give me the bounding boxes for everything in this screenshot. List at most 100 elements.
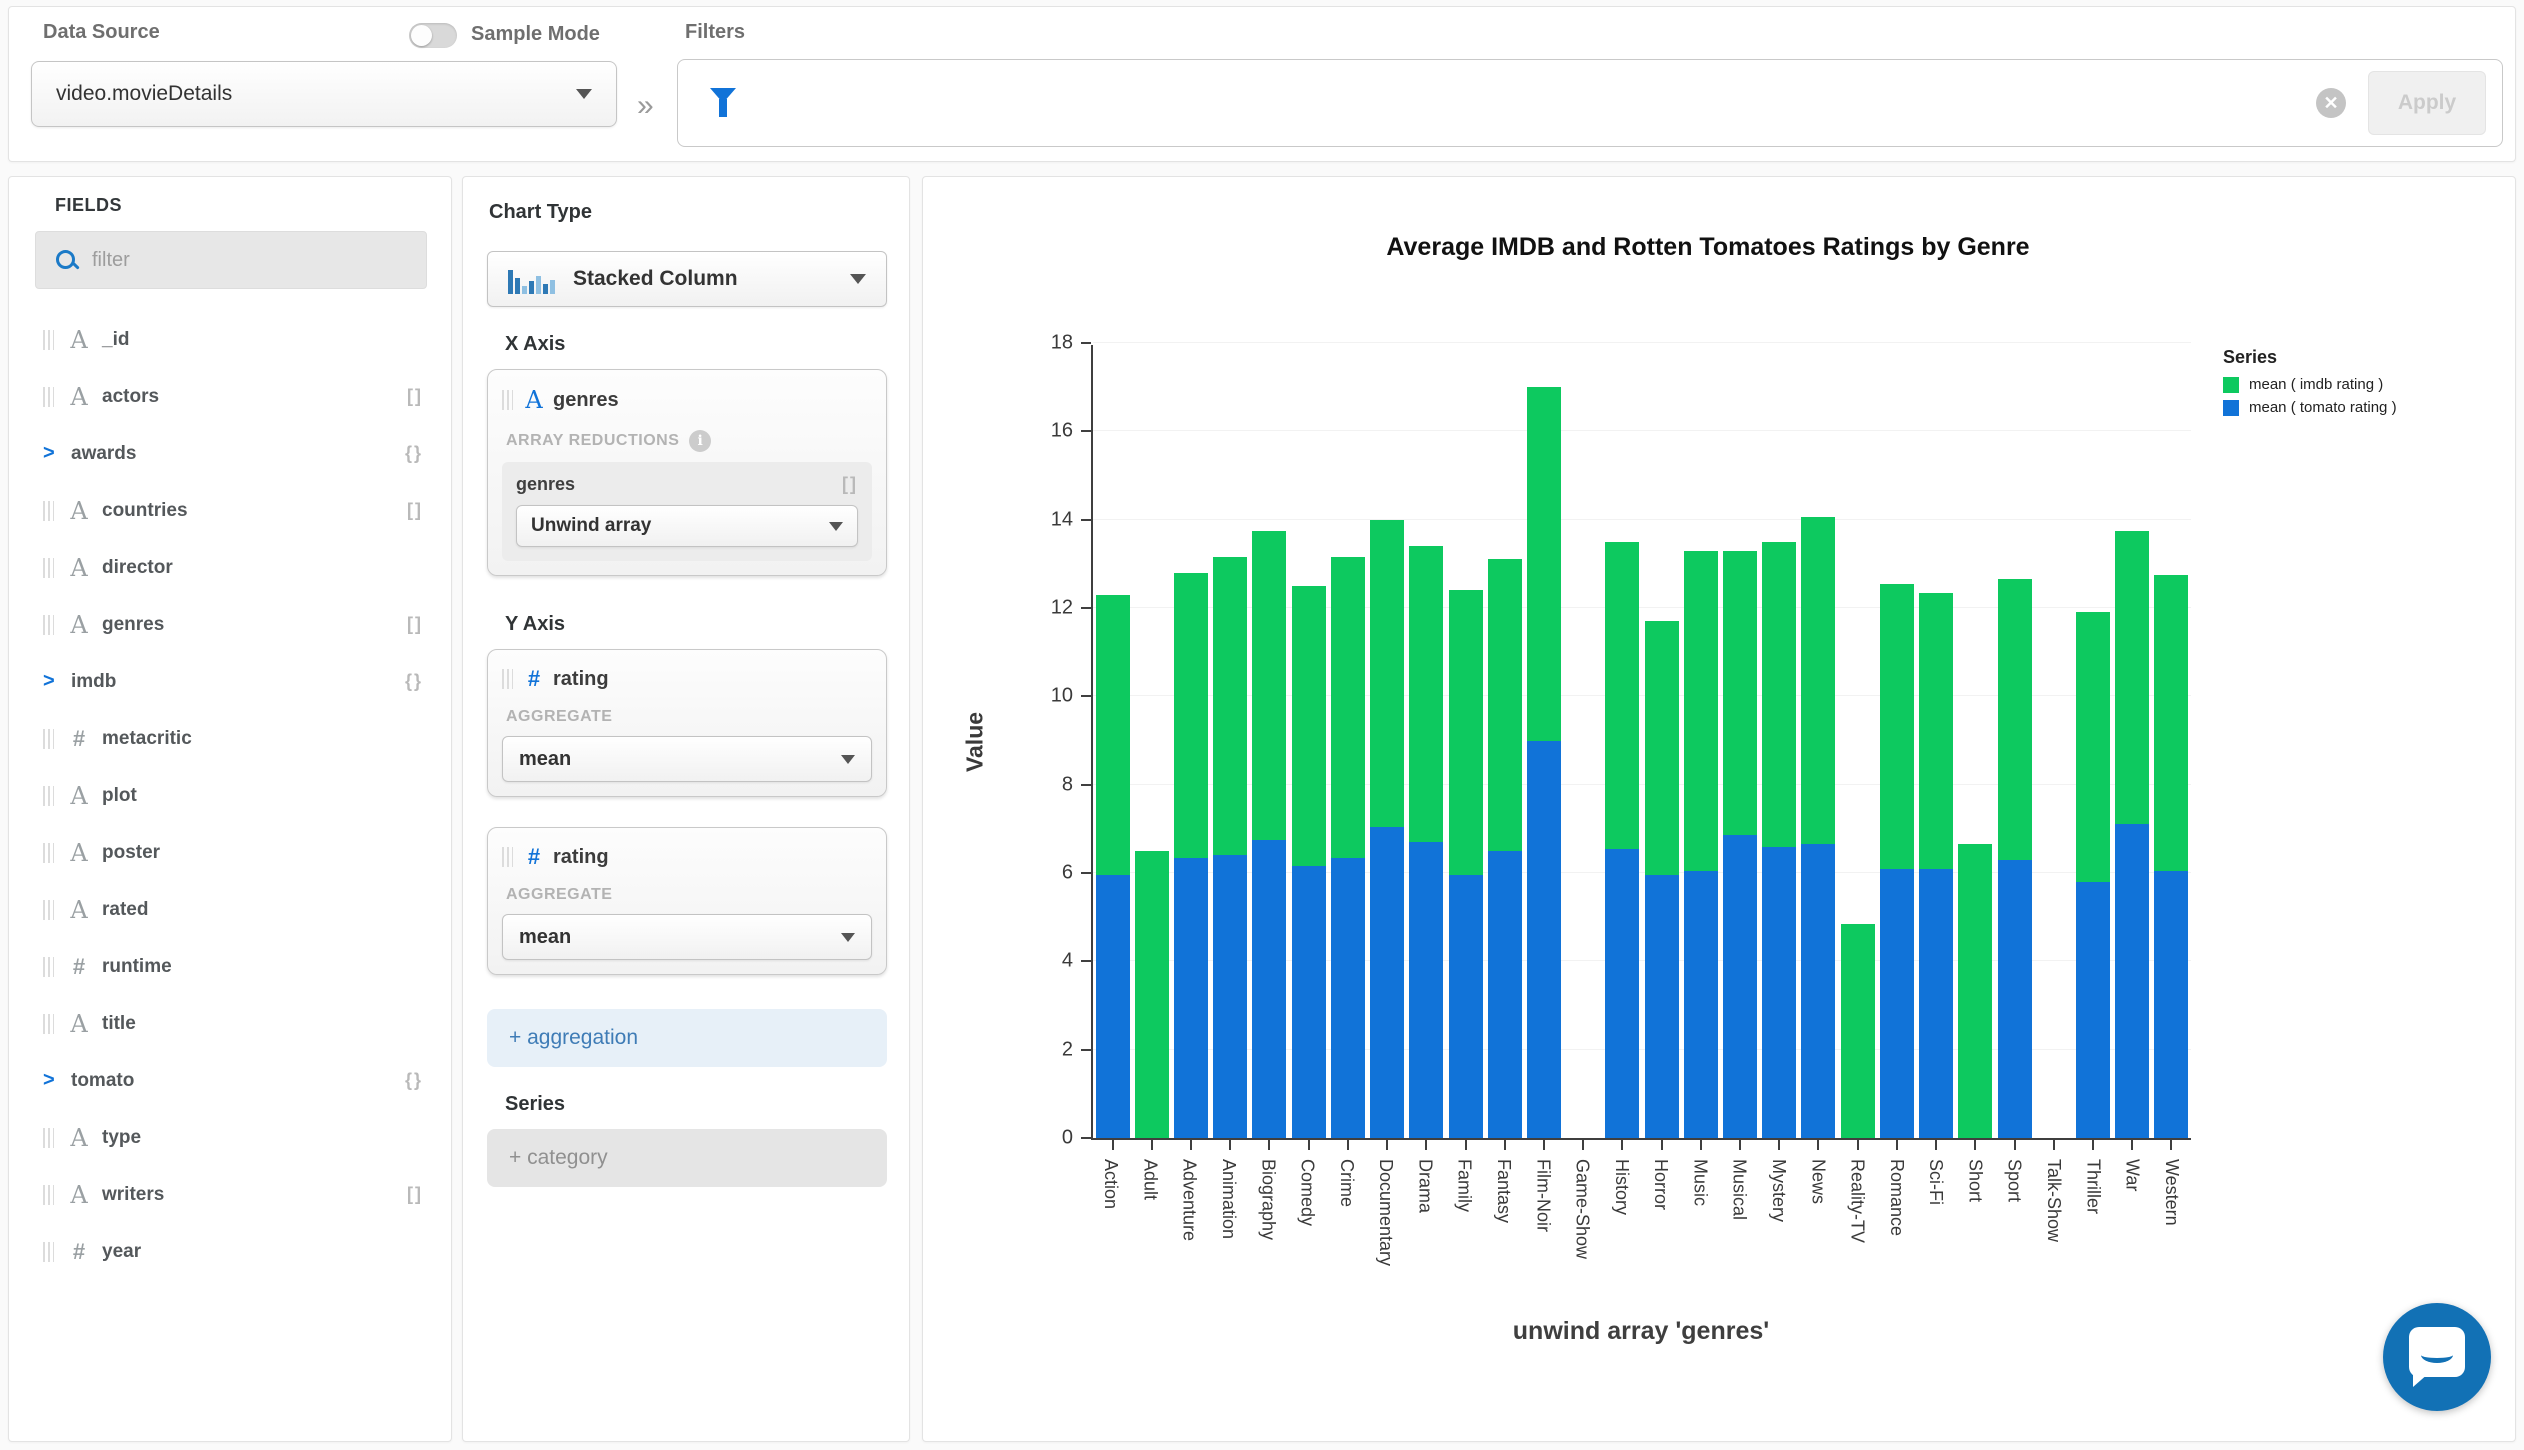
field-row-genres[interactable]: Agenres[] [9, 596, 451, 653]
bar-segment-tomato-Sci-Fi [1919, 869, 1953, 1138]
legend-swatch [2223, 400, 2239, 416]
filters-field[interactable]: ✕ Apply [677, 59, 2503, 147]
string-type-icon: A [64, 839, 94, 867]
chevron-down-icon [850, 274, 866, 284]
drag-handle-icon[interactable] [43, 900, 54, 920]
x-tick-label: Crime [1336, 1159, 1357, 1207]
bar-segment-imdb-Mystery [1762, 542, 1796, 847]
x-tick-label: Animation [1218, 1159, 1239, 1239]
drag-handle-icon[interactable] [43, 615, 54, 635]
field-search-input[interactable] [92, 249, 392, 272]
apply-button[interactable]: Apply [2368, 71, 2486, 135]
drag-handle-icon[interactable] [502, 390, 513, 410]
bar-segment-imdb-Horror [1645, 621, 1679, 875]
collapse-chevrons-icon[interactable]: » [637, 89, 654, 123]
field-row-metacritic[interactable]: #metacritic [9, 710, 451, 767]
chart-builder-panel: Chart Type Stacked Column X Axis A genre… [462, 176, 910, 1442]
drag-handle-icon[interactable] [43, 1128, 54, 1148]
field-name: title [102, 1013, 136, 1035]
chart-type-dropdown[interactable]: Stacked Column [487, 251, 887, 307]
drag-handle-icon[interactable] [502, 847, 513, 867]
bar-segment-imdb-Crime [1331, 557, 1365, 857]
sample-mode-toggle[interactable] [409, 23, 457, 48]
number-type-icon: # [64, 1239, 94, 1265]
add-aggregation-button[interactable]: + aggregation [487, 1009, 887, 1067]
drag-handle-icon[interactable] [43, 729, 54, 749]
bar-segment-imdb-Thriller [2076, 612, 2110, 881]
drag-handle-icon[interactable] [43, 1185, 54, 1205]
chat-launcher-button[interactable] [2383, 1303, 2491, 1411]
expand-chevron-icon[interactable]: > [43, 1069, 65, 1092]
bar-segment-tomato-Fantasy [1488, 851, 1522, 1138]
filters-input[interactable] [758, 92, 2296, 115]
data-source-dropdown[interactable]: video.movieDetails [31, 61, 617, 127]
y-axis-field-2: rating [553, 846, 609, 869]
chart-title: Average IMDB and Rotten Tomatoes Ratings… [1093, 233, 2323, 262]
y-tick [1081, 519, 1091, 521]
field-name: genres [102, 614, 164, 636]
field-row-poster[interactable]: Aposter [9, 824, 451, 881]
chart-preview-panel: Average IMDB and Rotten Tomatoes Ratings… [922, 176, 2516, 1442]
drag-handle-icon[interactable] [43, 501, 54, 521]
y-axis-channel-card-2[interactable]: # rating AGGREGATE mean [487, 827, 887, 975]
bar-segment-tomato-Thriller [2076, 882, 2110, 1138]
field-row-plot[interactable]: Aplot [9, 767, 451, 824]
drag-handle-icon[interactable] [43, 957, 54, 977]
chart-type-label: Chart Type [489, 201, 592, 224]
bar-segment-tomato-Horror [1645, 875, 1679, 1138]
drag-handle-icon[interactable] [43, 1242, 54, 1262]
drag-handle-icon[interactable] [502, 669, 513, 689]
bar-segment-imdb-Sport [1998, 579, 2032, 859]
expand-chevron-icon[interactable]: > [43, 670, 65, 693]
x-tick-label: Sci-Fi [1925, 1159, 1946, 1205]
bar-segment-tomato-Mystery [1762, 847, 1796, 1139]
bar-segment-tomato-Crime [1331, 858, 1365, 1138]
aggregate-dropdown-2[interactable]: mean [502, 914, 872, 960]
unwind-array-dropdown[interactable]: Unwind array [516, 505, 858, 547]
field-row-actors[interactable]: Aactors[] [9, 368, 451, 425]
number-type-icon: # [521, 844, 547, 870]
clear-filters-icon[interactable]: ✕ [2316, 88, 2346, 118]
x-tick [1857, 1140, 1859, 1150]
x-tick [1739, 1140, 1741, 1150]
field-row-tomato[interactable]: >tomato{} [9, 1052, 451, 1109]
x-tick [1112, 1140, 1114, 1150]
field-search-box[interactable] [35, 231, 427, 289]
aggregate-dropdown-1[interactable]: mean [502, 736, 872, 782]
field-row-type[interactable]: Atype [9, 1109, 451, 1166]
chat-bubble-icon [2409, 1327, 2465, 1377]
x-tick-label: Horror [1650, 1159, 1671, 1210]
x-axis-channel-card[interactable]: A genres ARRAY REDUCTIONS i genres [] Un… [487, 369, 887, 576]
field-row-_id[interactable]: A_id [9, 311, 451, 368]
add-category-button[interactable]: + category [487, 1129, 887, 1187]
info-icon[interactable]: i [689, 430, 711, 452]
drag-handle-icon[interactable] [43, 1014, 54, 1034]
y-tick [1081, 695, 1091, 697]
field-row-writers[interactable]: Awriters[] [9, 1166, 451, 1223]
reduction-field: genres [516, 474, 575, 495]
drag-handle-icon[interactable] [43, 330, 54, 350]
x-tick-label: Family [1454, 1159, 1475, 1212]
expand-chevron-icon[interactable]: > [43, 442, 65, 465]
drag-handle-icon[interactable] [43, 387, 54, 407]
drag-handle-icon[interactable] [43, 558, 54, 578]
x-tick-label: Game-Show [1572, 1159, 1593, 1259]
drag-handle-icon[interactable] [43, 786, 54, 806]
data-source-label: Data Source [43, 21, 160, 44]
drag-handle-icon[interactable] [43, 843, 54, 863]
bar-segment-tomato-Action [1096, 875, 1130, 1138]
string-type-icon: A [64, 1124, 94, 1152]
field-row-director[interactable]: Adirector [9, 539, 451, 596]
x-tick-label: Drama [1414, 1159, 1435, 1213]
field-row-title[interactable]: Atitle [9, 995, 451, 1052]
field-row-imdb[interactable]: >imdb{} [9, 653, 451, 710]
y-axis-channel-card-1[interactable]: # rating AGGREGATE mean [487, 649, 887, 797]
field-row-awards[interactable]: >awards{} [9, 425, 451, 482]
field-row-rated[interactable]: Arated [9, 881, 451, 938]
field-row-countries[interactable]: Acountries[] [9, 482, 451, 539]
x-tick [1151, 1140, 1153, 1150]
field-row-runtime[interactable]: #runtime [9, 938, 451, 995]
field-name: poster [102, 842, 160, 864]
field-row-year[interactable]: #year [9, 1223, 451, 1280]
y-tick-label: 14 [1051, 508, 1073, 531]
